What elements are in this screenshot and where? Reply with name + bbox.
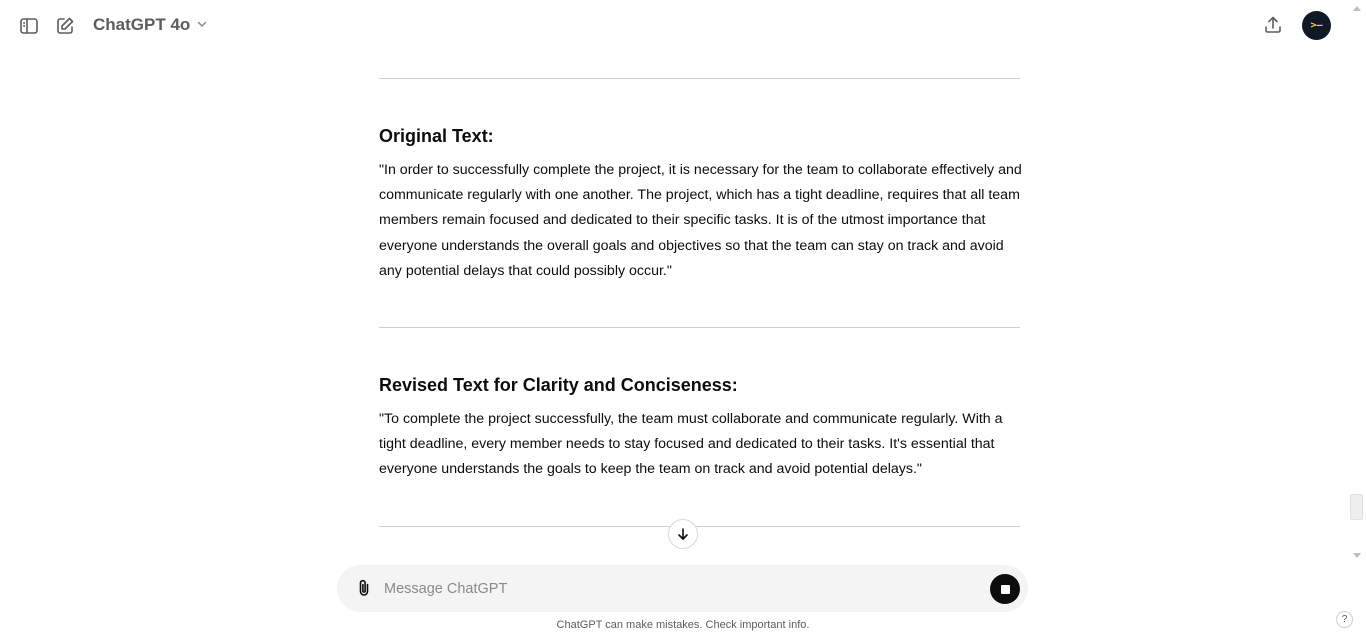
model-label: ChatGPT 4o — [93, 15, 191, 34]
avatar[interactable]: >– — [1302, 11, 1331, 40]
scroll-to-bottom-button[interactable] — [668, 519, 698, 549]
share-icon[interactable] — [1259, 11, 1287, 39]
model-selector[interactable]: ChatGPT 4o — [93, 15, 208, 35]
message-input[interactable] — [384, 577, 974, 601]
disclaimer-text: ChatGPT can make mistakes. Check importa… — [556, 619, 810, 631]
arrow-down-icon — [678, 528, 688, 540]
divider — [379, 327, 1020, 328]
divider — [379, 78, 1020, 79]
new-chat-icon[interactable] — [51, 12, 79, 40]
scrollbar-up-arrow-icon[interactable] — [1353, 6, 1361, 11]
divider — [379, 526, 1020, 527]
chevron-down-icon — [196, 15, 208, 35]
message-composer — [337, 565, 1028, 612]
top-bar: ChatGPT 4o >– — [0, 0, 1366, 52]
paperclip-icon[interactable] — [351, 575, 377, 601]
stop-icon — [1000, 584, 1010, 594]
section-heading-revised: Revised Text for Clarity and Conciseness… — [379, 375, 738, 395]
section-body-revised: "To complete the project successfully, t… — [379, 411, 1003, 478]
section-body-original: "In order to successfully complete the p… — [379, 162, 1022, 279]
sidebar-toggle-icon[interactable] — [15, 12, 43, 40]
help-button[interactable]: ? — [1336, 611, 1353, 628]
scrollbar-thumb[interactable] — [1350, 494, 1363, 520]
stop-generating-button[interactable] — [990, 574, 1020, 604]
avatar-text: >– — [1310, 20, 1323, 31]
section-heading-original: Original Text: — [379, 126, 494, 146]
scrollbar-down-arrow-icon[interactable] — [1353, 553, 1361, 558]
